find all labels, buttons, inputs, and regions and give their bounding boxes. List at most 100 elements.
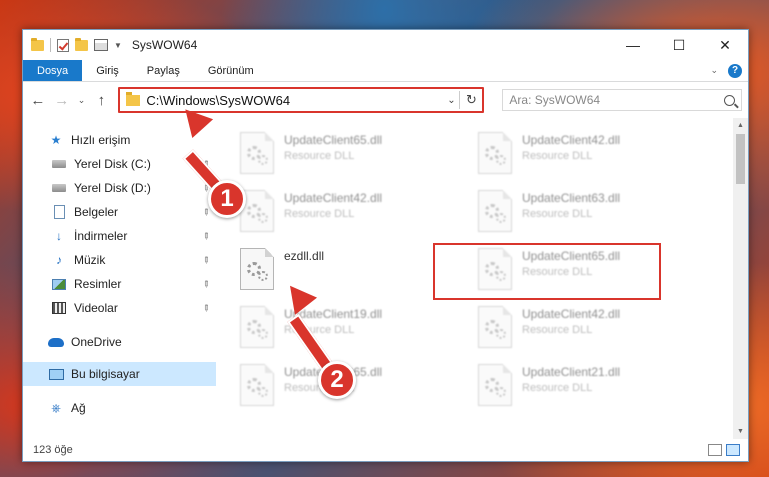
sidebar-item-label: Bu bilgisayar: [71, 367, 140, 381]
file-tile[interactable]: UpdateClient42.dll Resource DLL: [478, 298, 716, 356]
navigation-bar: ← → ⌄ ↑ C:\Windows\SysWOW64 ⌄ ↻ Ara: Sys…: [23, 82, 748, 118]
sidebar-item-label: Ağ: [71, 401, 86, 415]
file-tile[interactable]: UpdateClient42.dll Resource DLL: [240, 182, 478, 240]
sidebar-item-label: Müzik: [74, 253, 106, 267]
tiles-view-icon[interactable]: [726, 444, 740, 456]
sidebar-item-onedrive[interactable]: OneDrive: [23, 330, 216, 354]
forward-arrow-icon[interactable]: →: [53, 92, 71, 109]
window-controls: — ☐ ✕: [610, 30, 748, 60]
window-title: SysWOW64: [131, 38, 198, 52]
properties-check-icon[interactable]: [57, 38, 69, 52]
sidebar-item-label: Hızlı erişim: [71, 133, 131, 147]
back-arrow-icon[interactable]: ←: [29, 92, 47, 109]
file-meta: UpdateClient63.dll Resource DLL: [522, 190, 620, 220]
pin-icon[interactable]: ✎: [200, 277, 212, 290]
dll-file-icon: [478, 190, 512, 232]
ezdll-highlight-box: [433, 243, 661, 300]
file-description: Resource DLL: [284, 150, 355, 162]
file-tile[interactable]: UpdateClient65.dllResource DLL: [240, 356, 478, 414]
sidebar-item-this-pc[interactable]: Bu bilgisayar: [23, 362, 216, 386]
customize-toolbar-chevron-icon[interactable]: ▼: [114, 41, 122, 50]
sidebar-item-downloads[interactable]: ↓ İndirmeler ✎: [23, 224, 216, 248]
file-description: Resource DLL: [522, 208, 593, 220]
document-icon: [51, 205, 67, 219]
tab-file[interactable]: Dosya: [23, 60, 83, 81]
sidebar-item-label: OneDrive: [71, 335, 122, 349]
file-name: UpdateClient65.dll: [284, 133, 383, 147]
file-list: UpdateClient65.dll Resource DLL UpdateClie…: [216, 118, 733, 439]
navigation-pane: ★ Hızlı erişim Yerel Disk (C:) ✎ Yerel D…: [23, 118, 216, 439]
pin-icon[interactable]: ✎: [200, 229, 212, 242]
maximize-button[interactable]: ☐: [656, 30, 702, 60]
expand-ribbon-chevron-icon[interactable]: ⌄: [710, 65, 718, 76]
address-bar[interactable]: C:\Windows\SysWOW64 ⌄ ↻: [118, 87, 485, 113]
sidebar-item-label: Belgeler: [74, 205, 119, 219]
file-meta: UpdateClient42.dll Resource DLL: [522, 306, 620, 336]
tab-view[interactable]: Görünüm: [194, 60, 268, 81]
details-view-icon[interactable]: [708, 444, 722, 456]
dll-file-icon: [240, 132, 274, 174]
address-history-chevron-icon[interactable]: ⌄: [443, 95, 459, 106]
sidebar-item-music[interactable]: ♪ Müzik ✎: [23, 248, 216, 272]
sidebar-item-pictures[interactable]: Resimler ✎: [23, 272, 216, 296]
file-name: ezdll.dll: [284, 249, 325, 263]
file-meta: UpdateClient42.dll Resource DLL: [284, 190, 382, 220]
annotation-step-1-badge: 1: [208, 180, 246, 218]
sidebar-item-videos[interactable]: Videolar ✎: [23, 296, 216, 320]
new-folder-icon[interactable]: [75, 37, 88, 51]
file-tile[interactable]: UpdateClient42.dll Resource DLL: [478, 124, 716, 182]
cloud-icon: [48, 335, 64, 349]
scroll-down-arrow-icon[interactable]: ▼: [733, 424, 748, 439]
file-tile[interactable]: UpdateClient63.dll Resource DLL: [478, 182, 716, 240]
pin-icon[interactable]: ✎: [200, 253, 212, 266]
address-folder-icon: [126, 91, 141, 106]
address-bar-container: C:\Windows\SysWOW64 ⌄ ↻: [118, 87, 485, 113]
pin-icon[interactable]: ✎: [200, 301, 212, 314]
file-meta: UpdateClient42.dll Resource DLL: [522, 132, 620, 162]
sidebar-item-label: Yerel Disk (C:): [74, 157, 151, 171]
videos-icon: [51, 301, 67, 315]
help-icon[interactable]: ?: [728, 63, 742, 78]
rename-icon[interactable]: [94, 39, 108, 51]
up-arrow-icon[interactable]: ↑: [93, 92, 111, 109]
music-icon: ♪: [56, 253, 62, 267]
search-input[interactable]: Ara: SysWOW64: [502, 89, 743, 111]
title-bar: ▼ SysWOW64 — ☐ ✕: [23, 30, 748, 60]
scroll-thumb[interactable]: [736, 134, 745, 184]
file-name: UpdateClient42.dll: [284, 191, 383, 205]
disk-icon: [51, 157, 67, 171]
sidebar-item-label: Yerel Disk (D:): [74, 181, 151, 195]
file-tile[interactable]: UpdateClient21.dll Resource DLL: [478, 356, 716, 414]
file-name: UpdateClient42.dll: [522, 307, 621, 321]
file-description: Resource DLL: [522, 382, 593, 394]
dll-file-icon: [478, 364, 512, 406]
sidebar-item-label: Resimler: [74, 277, 122, 291]
file-meta: UpdateClient21.dll Resource DLL: [522, 364, 620, 394]
file-name: UpdateClient63.dll: [522, 191, 621, 205]
download-icon: ↓: [56, 229, 62, 243]
minimize-button[interactable]: —: [610, 30, 656, 60]
tab-share[interactable]: Paylaş: [133, 60, 194, 81]
sidebar-item-documents[interactable]: Belgeler ✎: [23, 200, 216, 224]
refresh-icon[interactable]: ↻: [460, 92, 482, 108]
scroll-up-arrow-icon[interactable]: ▲: [733, 118, 748, 133]
tab-home[interactable]: Giriş: [82, 60, 133, 81]
sidebar-item-network[interactable]: ⎈ Ağ: [23, 396, 216, 420]
vertical-scrollbar[interactable]: ▲ ▼: [733, 118, 748, 439]
sidebar-item-local-disk-d[interactable]: Yerel Disk (D:) ✎: [23, 176, 216, 200]
status-bar: 123 öğe: [23, 439, 748, 461]
file-meta: UpdateClient65.dll Resource DLL: [284, 132, 382, 162]
file-tile[interactable]: UpdateClient19.dll Resource DLL: [240, 298, 478, 356]
recent-locations-chevron-icon[interactable]: ⌄: [77, 95, 87, 106]
disk-icon: [51, 181, 67, 195]
folder-icon: [31, 37, 44, 51]
sidebar-item-label: Videolar: [74, 301, 118, 315]
close-button[interactable]: ✕: [702, 30, 748, 60]
search-icon[interactable]: [724, 94, 736, 106]
file-tile[interactable]: UpdateClient65.dll Resource DLL: [240, 124, 478, 182]
file-description: Resource DLL: [522, 324, 593, 336]
dll-file-icon: [478, 306, 512, 348]
